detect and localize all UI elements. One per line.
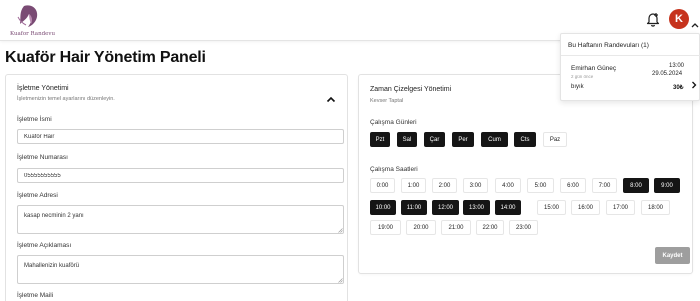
hour-chip[interactable]: 21:00 bbox=[441, 220, 471, 235]
day-chip[interactable]: Sal bbox=[397, 132, 417, 147]
save-button[interactable]: Kaydet bbox=[655, 247, 690, 264]
hour-chip[interactable]: 17:00 bbox=[606, 200, 635, 215]
hour-chip[interactable]: 7:00 bbox=[592, 178, 617, 193]
chevron-right-icon[interactable] bbox=[691, 76, 697, 89]
hour-chip[interactable]: 0:00 bbox=[370, 178, 395, 193]
hour-chip[interactable]: 6:00 bbox=[560, 178, 586, 193]
user-avatar[interactable]: K bbox=[669, 9, 689, 29]
business-name-input[interactable] bbox=[17, 129, 344, 144]
brand-logo-text: Kuafor Randevu bbox=[10, 31, 56, 37]
business-name-label: İşletme İsmi bbox=[17, 116, 52, 123]
appointment-time: 13:00 bbox=[669, 63, 685, 69]
hour-chip[interactable]: 16:00 bbox=[571, 200, 600, 215]
hour-chip[interactable]: 18:00 bbox=[641, 200, 670, 215]
hour-chip[interactable]: 10:00 bbox=[370, 200, 396, 215]
business-phone-label: İşletme Numarası bbox=[17, 154, 68, 161]
business-email-label: İşletme Maili bbox=[17, 292, 54, 299]
resize-grip-icon[interactable] bbox=[338, 228, 343, 233]
service-name: bıyık bbox=[571, 84, 584, 90]
hour-chip[interactable]: 11:00 bbox=[401, 200, 427, 215]
day-chip[interactable]: Per bbox=[452, 132, 474, 147]
hour-chip[interactable]: 22:00 bbox=[476, 220, 504, 235]
resize-grip-icon[interactable] bbox=[338, 278, 343, 283]
hour-chip[interactable]: 5:00 bbox=[527, 178, 554, 193]
customer-name: Emirhan Güneç bbox=[571, 65, 617, 72]
page-title: Kuaför Hair Yönetim Paneli bbox=[5, 49, 206, 66]
hour-chip[interactable]: 15:00 bbox=[537, 200, 566, 215]
day-chip[interactable]: Cts bbox=[514, 132, 536, 147]
hour-chip[interactable]: 3:00 bbox=[463, 178, 488, 193]
hour-chip[interactable]: 20:00 bbox=[406, 220, 436, 235]
card-title: Zaman Çizelgesi Yönetimi bbox=[370, 86, 452, 93]
card-title: İşletme Yönetimi bbox=[17, 85, 69, 92]
hour-chip[interactable]: 19:00 bbox=[370, 220, 401, 235]
business-address-textarea[interactable]: kasap necminin 2 yanı bbox=[17, 205, 344, 234]
appointment-item[interactable]: Emirhan Güneç 2 gün önce 13:00 29.05.202… bbox=[561, 56, 700, 102]
hour-chip[interactable]: 12:00 bbox=[432, 200, 459, 215]
hour-chip[interactable]: 8:00 bbox=[623, 178, 649, 193]
appointment-date: 29.05.2024 bbox=[652, 71, 683, 77]
day-chip[interactable]: Pzt bbox=[370, 132, 390, 147]
brand-logo[interactable]: Kuafor Randevu bbox=[6, 3, 56, 37]
day-chip[interactable]: Cum bbox=[481, 132, 508, 147]
chevron-up-icon[interactable] bbox=[691, 15, 699, 28]
day-chip[interactable]: Paz bbox=[543, 132, 567, 147]
woman-silhouette-logo-icon bbox=[17, 5, 38, 27]
business-address-label: İşletme Adresi bbox=[17, 192, 58, 199]
business-management-card: İşletme Yönetimi İşletmenizin temel ayar… bbox=[5, 74, 348, 301]
bell-plus-icon[interactable] bbox=[646, 11, 660, 27]
collapse-chevron-icon[interactable] bbox=[326, 90, 336, 103]
service-price: 30₺ bbox=[673, 85, 684, 91]
weekly-appointments-dropdown: Bu Haftanın Randevuları (1) Emirhan Güne… bbox=[560, 33, 700, 101]
schedule-management-card: Zaman Çizelgesi Yönetimi Kevser Taptal Ç… bbox=[358, 74, 693, 274]
hour-chip[interactable]: 13:00 bbox=[463, 200, 490, 215]
day-chip[interactable]: Çar bbox=[424, 132, 445, 147]
hour-chip[interactable]: 2:00 bbox=[432, 178, 457, 193]
dropdown-title: Bu Haftanın Randevuları (1) bbox=[568, 42, 649, 49]
working-hours-label: Çalışma Saatleri bbox=[370, 166, 418, 173]
hour-chip[interactable]: 1:00 bbox=[401, 178, 426, 193]
card-subtitle: İşletmenizin temel ayarlarını düzenleyin… bbox=[17, 96, 115, 102]
business-phone-input[interactable] bbox=[17, 168, 344, 183]
hour-chip[interactable]: 9:00 bbox=[654, 178, 680, 193]
business-description-textarea[interactable]: Mahallenizin kuaförü bbox=[17, 255, 344, 284]
relative-time: 2 gün önce bbox=[571, 74, 594, 79]
hour-chip[interactable]: 4:00 bbox=[495, 178, 521, 193]
hour-chip[interactable]: 14:00 bbox=[495, 200, 521, 215]
hour-chip[interactable]: 23:00 bbox=[509, 220, 538, 235]
staff-name: Kevser Taptal bbox=[370, 98, 404, 104]
working-days-label: Çalışma Günleri bbox=[370, 119, 417, 126]
business-description-label: İşletme Açıklaması bbox=[17, 242, 72, 249]
